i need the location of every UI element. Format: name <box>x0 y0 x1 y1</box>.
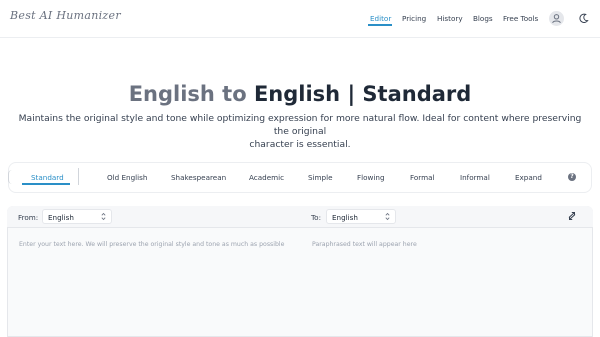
mode-tab-shakespearean[interactable]: Shakespearean <box>171 173 226 182</box>
description-line-2: character is essential. <box>249 139 351 150</box>
mode-tabs-bar <box>8 162 592 193</box>
to-label: To: <box>311 213 321 222</box>
from-language-value: English <box>48 213 74 222</box>
input-placeholder-text[interactable]: Enter your text here. We will preserve t… <box>19 241 284 248</box>
mode-tab-simple[interactable]: Simple <box>308 173 333 182</box>
mode-tab-standard[interactable]: Standard <box>31 173 64 182</box>
from-label: From: <box>18 213 39 222</box>
brand-logo[interactable]: Best AI Humanizer <box>10 9 121 22</box>
title-part-muted: English to <box>128 82 254 106</box>
to-language-value: English <box>332 213 358 222</box>
updown-chevron-icon <box>101 212 106 221</box>
to-language-select[interactable]: English <box>326 209 396 224</box>
user-avatar-icon <box>552 14 561 24</box>
mode-tab-flowing[interactable]: Flowing <box>357 173 385 182</box>
output-placeholder-text: Paraphrased text will appear here <box>312 241 417 248</box>
mode-tab-old-english[interactable]: Old English <box>107 173 147 182</box>
mode-bar-left-edge <box>8 170 12 184</box>
mode-tab-expand[interactable]: Expand <box>515 173 542 182</box>
page-description: Maintains the original style and tone wh… <box>10 112 590 151</box>
title-part-dark: English | Standard <box>253 82 472 106</box>
nav-free-tools[interactable]: Free Tools <box>503 14 538 23</box>
help-circle-icon[interactable]: ? <box>568 173 576 181</box>
mode-tab-formal[interactable]: Formal <box>410 173 435 182</box>
nav-active-underline <box>368 24 392 26</box>
mode-tab-informal[interactable]: Informal <box>460 173 490 182</box>
nav-history[interactable]: History <box>437 14 463 23</box>
mode-active-underline <box>22 183 70 185</box>
updown-chevron-icon <box>385 212 390 221</box>
from-language-select[interactable]: English <box>42 209 112 224</box>
nav-blogs[interactable]: Blogs <box>473 14 493 23</box>
mode-tab-academic[interactable]: Academic <box>249 173 284 182</box>
description-line-1: Maintains the original style and tone wh… <box>18 113 582 137</box>
moon-icon[interactable] <box>578 13 589 24</box>
nav-editor[interactable]: Editor <box>370 14 391 23</box>
page-title: English to English | Standard <box>0 82 600 106</box>
mode-divider <box>78 168 79 185</box>
swap-arrows-icon[interactable] <box>567 211 577 221</box>
nav-pricing[interactable]: Pricing <box>402 14 426 23</box>
user-avatar-button[interactable] <box>549 11 564 26</box>
